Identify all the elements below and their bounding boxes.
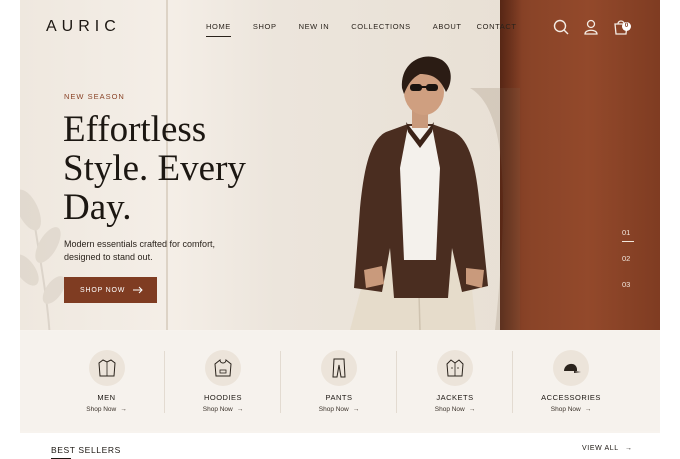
category-accessories[interactable]: ACCESSORIES Shop Now → bbox=[513, 331, 660, 431]
category-name: JACKETS bbox=[436, 393, 474, 402]
slide-02[interactable]: 02 bbox=[622, 254, 630, 263]
nav-about[interactable]: ABOUT bbox=[433, 22, 462, 31]
hoodie-icon bbox=[214, 358, 232, 377]
category-icon-circle bbox=[89, 350, 125, 386]
arrow-right-icon: → bbox=[625, 445, 633, 452]
shop-link-label: Shop Now bbox=[86, 406, 117, 413]
shop-link-label: Shop Now bbox=[434, 406, 465, 413]
jacket-icon bbox=[446, 359, 464, 377]
category-shop-link[interactable]: Shop Now → bbox=[281, 406, 397, 413]
hero-model-image bbox=[350, 56, 520, 330]
slide-indicators: 01 02 03 bbox=[622, 228, 635, 306]
slide-03[interactable]: 03 bbox=[622, 280, 630, 289]
shop-now-label: SHOP NOW bbox=[80, 286, 126, 294]
cap-icon bbox=[564, 363, 581, 373]
nav-collections[interactable]: COLLECTIONS bbox=[351, 22, 411, 31]
nav-icons: 0 bbox=[552, 18, 642, 38]
nav-shop[interactable]: SHOP bbox=[253, 22, 277, 31]
arrow-right-icon: → bbox=[468, 406, 476, 413]
best-sellers-header: BEST SELLERS VIEW ALL → bbox=[20, 433, 660, 459]
category-pants[interactable]: PANTS Shop Now → bbox=[281, 331, 397, 431]
slide-01[interactable]: 01 bbox=[622, 228, 635, 242]
nav-links: HOME SHOP NEW IN COLLECTIONS ABOUT CONTA… bbox=[206, 22, 517, 37]
shop-link-label: Shop Now bbox=[202, 406, 233, 413]
arrow-right-icon: → bbox=[352, 406, 360, 413]
category-strip: MEN Shop Now → HOODIES Shop Now → PANTS S bbox=[20, 331, 660, 431]
hero-subcopy: Modern essentials crafted for comfort, d… bbox=[64, 239, 216, 262]
brand-logo[interactable]: AURIC bbox=[46, 18, 121, 36]
category-icon-circle bbox=[321, 350, 357, 386]
view-all-link[interactable]: VIEW ALL → bbox=[582, 445, 633, 452]
category-icon-circle bbox=[437, 350, 473, 386]
category-name: HOODIES bbox=[203, 393, 243, 402]
shop-link-label: Shop Now bbox=[318, 406, 349, 413]
shop-link-label: Shop Now bbox=[550, 406, 581, 413]
category-icon-circle bbox=[205, 350, 241, 386]
top-navigation: AURIC HOME SHOP NEW IN COLLECTIONS ABOUT… bbox=[20, 0, 660, 56]
headline-line-2: Style. Every bbox=[63, 148, 246, 189]
category-name: MEN bbox=[97, 393, 116, 402]
search-icon[interactable] bbox=[552, 18, 570, 36]
arrow-right-icon: → bbox=[120, 406, 127, 413]
pants-icon bbox=[332, 358, 346, 378]
category-shop-link[interactable]: Shop Now → bbox=[165, 406, 281, 413]
page: AURIC HOME SHOP NEW IN COLLECTIONS ABOUT… bbox=[20, 0, 660, 459]
nav-home[interactable]: HOME bbox=[206, 22, 231, 37]
category-shop-link[interactable]: Shop Now → bbox=[513, 406, 629, 413]
arrow-right-icon: → bbox=[236, 406, 244, 413]
nav-new-in[interactable]: NEW IN bbox=[299, 22, 330, 31]
category-icon-circle bbox=[553, 350, 589, 386]
arrow-right-icon bbox=[133, 286, 143, 294]
category-name: ACCESSORIES bbox=[541, 393, 601, 402]
shirt-icon bbox=[98, 359, 116, 377]
category-shop-link[interactable]: Shop Now → bbox=[48, 406, 165, 413]
headline-line-3: Day. bbox=[63, 187, 132, 228]
headline-line-1: Effortless bbox=[63, 109, 207, 150]
best-sellers-title: BEST SELLERS bbox=[51, 445, 121, 459]
shop-now-button[interactable]: SHOP NOW bbox=[64, 277, 157, 303]
category-hoodies[interactable]: HOODIES Shop Now → bbox=[165, 331, 281, 431]
category-men[interactable]: MEN Shop Now → bbox=[20, 331, 165, 431]
arrow-right-icon: → bbox=[584, 406, 592, 413]
hero-eyebrow: NEW SEASON bbox=[64, 92, 125, 101]
user-icon[interactable] bbox=[582, 18, 600, 36]
category-name: PANTS bbox=[325, 393, 353, 402]
cart-count-badge: 0 bbox=[622, 22, 631, 31]
hero-headline: Effortless Style. Every Day. bbox=[63, 110, 293, 227]
category-jackets[interactable]: JACKETS Shop Now → bbox=[397, 331, 513, 431]
cart-button[interactable]: 0 bbox=[612, 18, 631, 36]
view-all-label: VIEW ALL bbox=[582, 445, 619, 452]
nav-contact[interactable]: CONTACT bbox=[477, 22, 517, 31]
category-shop-link[interactable]: Shop Now → bbox=[397, 406, 513, 413]
